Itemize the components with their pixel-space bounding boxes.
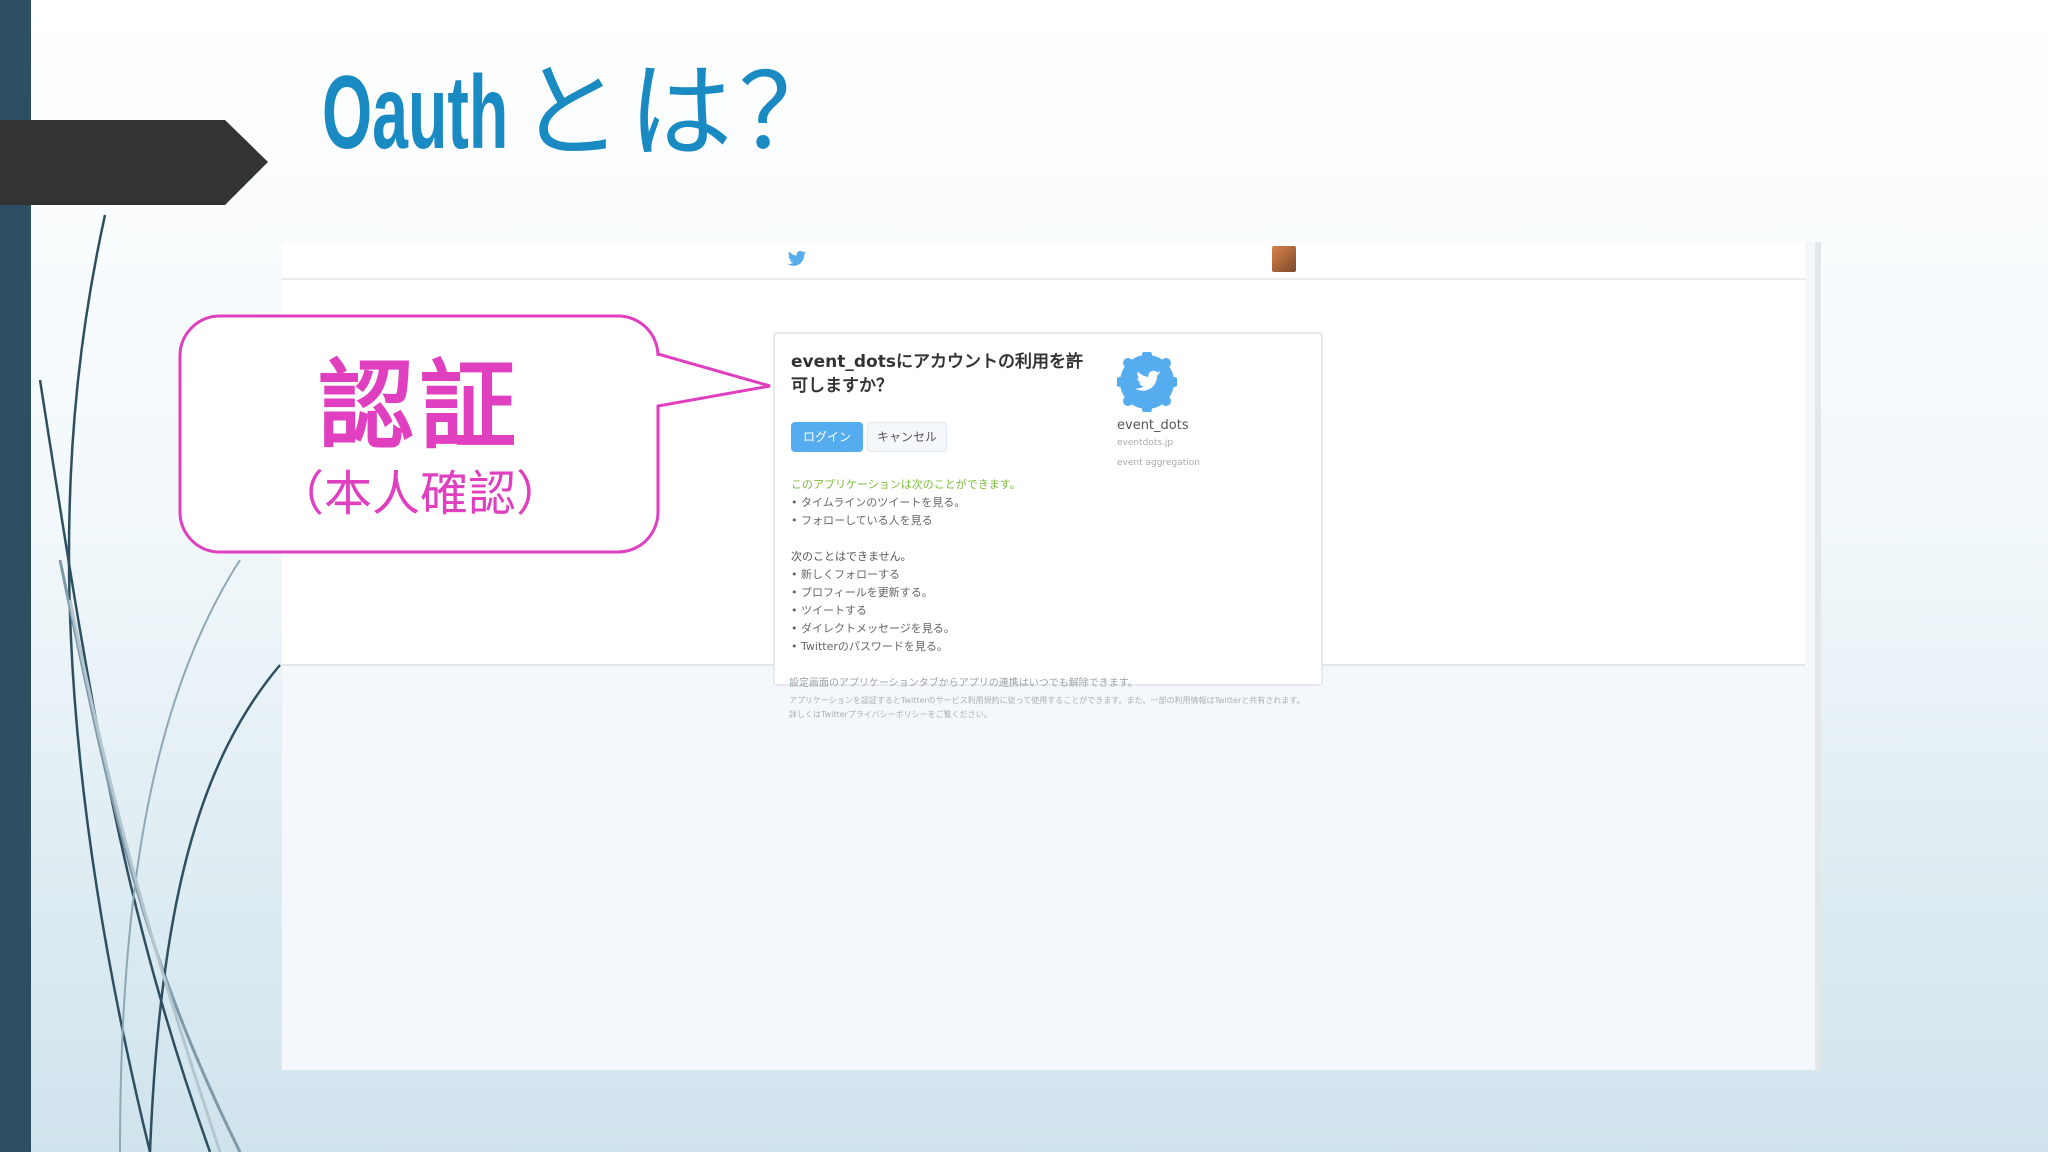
permission-can-item: フォローしている人を見る (791, 512, 933, 528)
app-description: event aggregation (1117, 458, 1200, 468)
twitter-bird-icon (787, 250, 807, 266)
auth-dialog: event_dotsにアカウントの利用を許可しますか？ ログイン キャンセル こ… (773, 332, 1323, 686)
arrow-tab-shape (0, 120, 268, 205)
title-jp: とは？ (518, 51, 849, 173)
permission-cannot-item: Twitterのパスワードを見る。 (791, 638, 948, 654)
permission-cannot-item: ツイートする (791, 602, 867, 618)
can-heading: このアプリケーションは次のことができます。 (791, 478, 1021, 491)
title-latin: Oauth (322, 55, 509, 171)
app-logo-icon (1117, 352, 1177, 412)
permission-can-item: タイムラインのツイートを見る。 (791, 494, 965, 510)
permission-cannot-item: ダイレクトメッセージを見る。 (791, 620, 955, 636)
login-button[interactable]: ログイン (791, 422, 863, 452)
twitter-top-bar (282, 242, 1805, 280)
permission-cannot-item: 新しくフォローする (791, 566, 900, 582)
callout-sub-text: （本人確認） (275, 466, 564, 522)
cancel-button[interactable]: キャンセル (867, 422, 947, 452)
auth-heading: event_dotsにアカウントの利用を許可しますか？ (791, 352, 1083, 396)
cannot-heading: 次のことはできません。 (791, 550, 912, 563)
app-url[interactable]: eventdots.jp (1117, 438, 1173, 448)
footer-fine-print: アプリケーションを認証するとTwitterのサービス利用規約に従って使用すること… (789, 696, 1305, 719)
permission-cannot-item: プロフィールを更新する。 (791, 584, 933, 600)
avatar[interactable] (1272, 246, 1296, 272)
footer-note: 設定画面のアプリケーションタブからアプリの連携はいつでも解除できます。 (789, 678, 1138, 689)
app-name: event_dots (1117, 418, 1189, 433)
slide-title: Oauthとは？ (322, 52, 848, 172)
callout-main-text: 認証 (318, 350, 522, 462)
